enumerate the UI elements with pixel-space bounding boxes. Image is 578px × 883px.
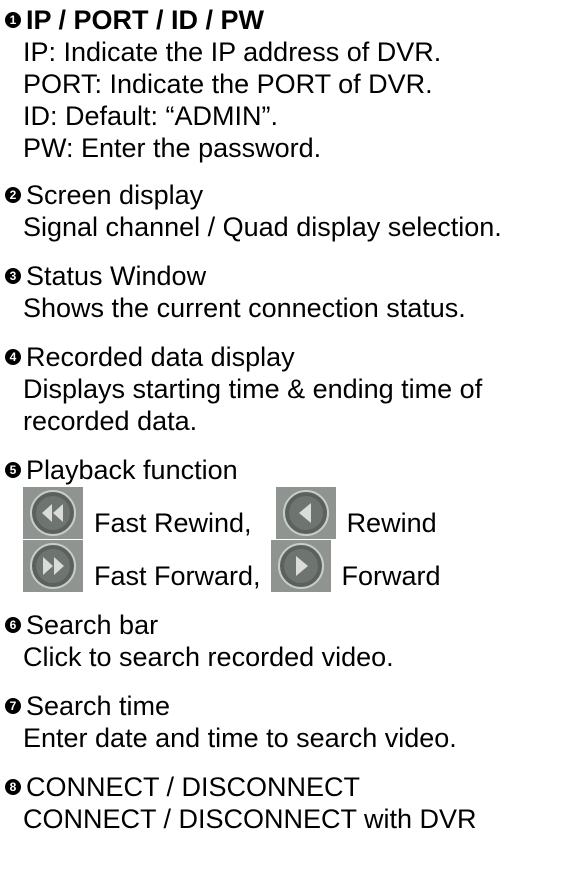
item-ip-port-id-pw: 1 IP / PORT / ID / PW IP: Indicate the I… bbox=[3, 3, 578, 164]
manual-page: 1 IP / PORT / ID / PW IP: Indicate the I… bbox=[0, 0, 578, 883]
item-description: Displays starting time & ending time of … bbox=[3, 373, 578, 437]
playback-row: Fast Rewind, Rewind bbox=[23, 486, 578, 539]
description-line: Shows the current connection status. bbox=[23, 293, 466, 323]
fast-rewind-button[interactable] bbox=[23, 487, 83, 539]
item-description: Enter date and time to search video. bbox=[3, 722, 578, 754]
description-line: Displays starting time & ending time of bbox=[23, 374, 483, 404]
description-line: recorded data. bbox=[23, 406, 198, 436]
item-description: Shows the current connection status. bbox=[3, 292, 578, 324]
item-heading: 4 Recorded data display bbox=[3, 340, 578, 373]
item-description: IP: Indicate the IP address of DVR. PORT… bbox=[3, 36, 578, 164]
item-title: CONNECT / DISCONNECT bbox=[26, 771, 361, 802]
item-heading: 5 Playback function bbox=[3, 453, 578, 486]
item-heading: 1 IP / PORT / ID / PW bbox=[3, 3, 578, 36]
number-badge: 5 bbox=[5, 461, 21, 478]
fast-forward-button[interactable] bbox=[23, 540, 83, 592]
item-title: Status Window bbox=[26, 260, 207, 291]
description-line: IP: Indicate the IP address of DVR. bbox=[23, 37, 442, 67]
item-description: CONNECT / DISCONNECT with DVR bbox=[3, 803, 578, 835]
rewind-button[interactable] bbox=[275, 487, 336, 539]
item-recorded-data-display: 4 Recorded data display Displays startin… bbox=[3, 340, 578, 437]
forward-label: Forward bbox=[341, 561, 441, 591]
number-badge: 7 bbox=[5, 697, 21, 714]
rewind-label: Rewind bbox=[346, 508, 437, 538]
item-status-window: 3 Status Window Shows the current connec… bbox=[3, 259, 578, 324]
fast-rewind-icon bbox=[30, 490, 76, 536]
item-connect-disconnect: 8 CONNECT / DISCONNECT CONNECT / DISCONN… bbox=[3, 770, 578, 835]
description-line: CONNECT / DISCONNECT with DVR bbox=[23, 804, 477, 834]
description-line: Signal channel / Quad display selection. bbox=[23, 212, 502, 242]
item-playback-function: 5 Playback function Fast Rewind, Rewind … bbox=[3, 453, 578, 592]
rewind-icon bbox=[282, 490, 329, 536]
playback-buttons: Fast Rewind, Rewind Fast Forward, Forwar… bbox=[3, 486, 578, 592]
playback-row: Fast Forward, Forward bbox=[23, 539, 578, 592]
item-title: IP / PORT / ID / PW bbox=[26, 4, 265, 35]
item-description: Signal channel / Quad display selection. bbox=[3, 211, 578, 243]
number-badge: 4 bbox=[5, 348, 21, 365]
item-heading: 6 Search bar bbox=[3, 608, 578, 641]
number-badge: 6 bbox=[5, 616, 21, 633]
item-heading: 2 Screen display bbox=[3, 178, 578, 211]
item-heading: 8 CONNECT / DISCONNECT bbox=[3, 770, 578, 803]
description-line: PORT: Indicate the PORT of DVR. bbox=[23, 69, 433, 99]
forward-button[interactable] bbox=[270, 540, 331, 592]
item-screen-display: 2 Screen display Signal channel / Quad d… bbox=[3, 178, 578, 243]
description-line: Click to search recorded video. bbox=[23, 642, 394, 672]
number-badge: 2 bbox=[5, 186, 21, 203]
item-title: Search bar bbox=[26, 609, 159, 640]
item-search-time: 7 Search time Enter date and time to sea… bbox=[3, 689, 578, 754]
description-line: Enter date and time to search video. bbox=[23, 723, 457, 753]
fast-rewind-label: Fast Rewind, bbox=[94, 508, 252, 538]
fast-forward-label: Fast Forward, bbox=[94, 561, 261, 591]
item-description: Click to search recorded video. bbox=[3, 641, 578, 673]
item-title: Search time bbox=[26, 690, 171, 721]
item-title: Recorded data display bbox=[26, 341, 295, 372]
item-title: Screen display bbox=[26, 179, 204, 210]
description-line: ID: Default: “ADMIN”. bbox=[23, 101, 279, 131]
number-badge: 1 bbox=[5, 11, 21, 28]
number-badge: 3 bbox=[5, 267, 21, 284]
item-heading: 3 Status Window bbox=[3, 259, 578, 292]
item-search-bar: 6 Search bar Click to search recorded vi… bbox=[3, 608, 578, 673]
item-title: Playback function bbox=[26, 454, 238, 485]
item-heading: 7 Search time bbox=[3, 689, 578, 722]
number-badge: 8 bbox=[5, 778, 21, 795]
description-line: PW: Enter the password. bbox=[23, 133, 322, 163]
fast-forward-icon bbox=[30, 543, 76, 589]
forward-icon bbox=[277, 543, 324, 589]
